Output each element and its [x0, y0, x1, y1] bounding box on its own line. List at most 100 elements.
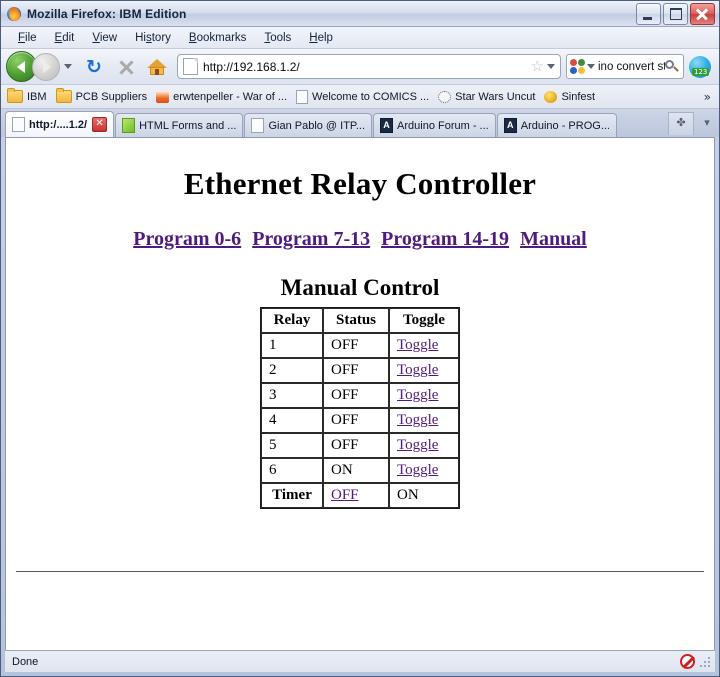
- status-bar-icons: [680, 654, 711, 669]
- relay-status: OFF: [323, 358, 389, 383]
- relay-number: 6: [261, 458, 323, 483]
- timer-toggle: ON: [389, 483, 459, 508]
- menu-bookmarks[interactable]: Bookmarks: [180, 30, 256, 46]
- tab-list-chevron-down-icon[interactable]: ▾: [695, 113, 719, 135]
- star-icon[interactable]: ☆: [531, 59, 544, 74]
- close-icon[interactable]: ✕: [92, 117, 108, 132]
- link-program-7-13[interactable]: Program 7-13: [252, 228, 370, 250]
- page-icon: [296, 89, 309, 104]
- tab-arduino-forum[interactable]: A Arduino Forum - ...: [373, 113, 496, 137]
- toggle-link[interactable]: Toggle: [397, 462, 438, 478]
- bookmark-star-wars-uncut[interactable]: Star Wars Uncut: [438, 90, 535, 103]
- navigation-toolbar: ↻ http://192.168.1.2/ ☆ ino convert st 1…: [1, 49, 719, 85]
- page-icon: [183, 58, 198, 75]
- skype-icon[interactable]: 123: [689, 55, 711, 78]
- table-row: 5 OFF Toggle: [261, 433, 459, 458]
- menu-help[interactable]: Help: [300, 30, 342, 46]
- column-header-toggle: Toggle: [389, 308, 459, 333]
- table-row: 6 ON Toggle: [261, 458, 459, 483]
- relay-number: 4: [261, 408, 323, 433]
- menu-edit[interactable]: Edit: [46, 30, 84, 46]
- site-icon: [544, 90, 558, 103]
- arduino-icon: A: [380, 118, 394, 133]
- folder-icon: [55, 88, 72, 103]
- resize-grip-icon[interactable]: [699, 655, 711, 668]
- bookmark-label: erwtenpeller - War of ...: [173, 90, 288, 103]
- arduino-icon: A: [503, 118, 517, 133]
- site-icon: [438, 90, 452, 103]
- link-program-14-19[interactable]: Program 14-19: [381, 228, 509, 250]
- url-bar[interactable]: http://192.168.1.2/ ☆: [177, 54, 561, 79]
- table-row: 2 OFF Toggle: [261, 358, 459, 383]
- table-header-row: Relay Status Toggle: [261, 308, 459, 333]
- toggle-link[interactable]: Toggle: [397, 437, 438, 453]
- timer-status-link[interactable]: OFF: [331, 487, 359, 503]
- menu-history[interactable]: History: [126, 30, 180, 46]
- status-text: Done: [12, 655, 39, 668]
- menu-tools[interactable]: Tools: [255, 30, 300, 46]
- new-tab-button[interactable]: ✤: [668, 112, 694, 135]
- stop-icon[interactable]: [117, 58, 135, 76]
- maximize-button[interactable]: [663, 3, 688, 25]
- tab-relay-controller[interactable]: http:/....1.2/ ✕: [5, 111, 115, 137]
- bookmark-pcb-suppliers[interactable]: PCB Suppliers: [55, 88, 147, 103]
- bookmark-ibm[interactable]: IBM: [7, 88, 47, 103]
- toggle-link[interactable]: Toggle: [397, 387, 438, 403]
- home-icon[interactable]: [147, 58, 167, 76]
- bookmark-comics[interactable]: Welcome to COMICS ...: [296, 89, 430, 104]
- noscript-blocked-icon[interactable]: [680, 654, 695, 669]
- relay-number: 3: [261, 383, 323, 408]
- search-input[interactable]: ino convert st: [598, 61, 665, 73]
- title-bar: Mozilla Firefox: IBM Edition: [1, 1, 719, 27]
- relay-table: Relay Status Toggle 1 OFF Toggle 2 OFF T…: [260, 307, 460, 509]
- chevron-down-icon[interactable]: [64, 64, 72, 69]
- bookmark-sinfest[interactable]: Sinfest: [544, 90, 595, 103]
- relay-status: OFF: [323, 333, 389, 358]
- folder-icon: [7, 88, 23, 103]
- browser-window: Mozilla Firefox: IBM Edition File Edit V…: [0, 0, 720, 677]
- column-header-status: Status: [323, 308, 389, 333]
- toggle-link[interactable]: Toggle: [397, 362, 438, 378]
- window-controls: [636, 3, 715, 25]
- tab-arduino-prog[interactable]: A Arduino - PROG...: [496, 113, 617, 137]
- tab-html-forms[interactable]: HTML Forms and ...: [115, 113, 244, 137]
- tab-label: Arduino - PROG...: [520, 119, 610, 132]
- toggle-link[interactable]: Toggle: [397, 337, 438, 353]
- relay-number: 5: [261, 433, 323, 458]
- search-bar[interactable]: ino convert st: [566, 54, 684, 79]
- bookmarks-overflow-icon[interactable]: »: [704, 90, 711, 104]
- toggle-link[interactable]: Toggle: [397, 412, 438, 428]
- tab-label: http:/....1.2/: [29, 118, 88, 131]
- search-engine-chevron-down-icon[interactable]: [587, 64, 595, 69]
- content-viewport: Ethernet Relay Controller Program 0-6 Pr…: [5, 137, 715, 650]
- tab-bar-controls: ✤ ▾: [667, 107, 719, 137]
- url-dropdown-chevron-down-icon[interactable]: [547, 64, 555, 69]
- bookmarks-toolbar: IBM PCB Suppliers erwtenpeller - War of …: [1, 85, 719, 109]
- tab-label: Gian Pablo @ ITP...: [268, 119, 366, 132]
- close-button[interactable]: [690, 3, 715, 25]
- google-icon[interactable]: [570, 59, 585, 74]
- relay-toggle-cell: Toggle: [389, 383, 459, 408]
- tab-gian-pablo-itp[interactable]: Gian Pablo @ ITP...: [244, 113, 373, 137]
- relay-status: OFF: [323, 408, 389, 433]
- magnifier-icon[interactable]: [665, 59, 679, 74]
- link-program-0-6[interactable]: Program 0-6: [133, 228, 241, 250]
- relay-number: 1: [261, 333, 323, 358]
- relay-number: 2: [261, 358, 323, 383]
- link-manual[interactable]: Manual: [520, 228, 587, 250]
- minimize-button[interactable]: [636, 3, 661, 25]
- page-icon: [251, 118, 265, 133]
- bookmark-label: Welcome to COMICS ...: [312, 90, 430, 103]
- horizontal-rule: [16, 571, 704, 572]
- forward-button[interactable]: [32, 52, 60, 81]
- menu-file[interactable]: File: [9, 30, 46, 46]
- reload-icon[interactable]: ↻: [85, 57, 103, 76]
- page-title: Ethernet Relay Controller: [183, 166, 537, 201]
- menu-view[interactable]: View: [83, 30, 126, 46]
- bookmark-erwtenpeller[interactable]: erwtenpeller - War of ...: [156, 90, 288, 103]
- url-input[interactable]: http://192.168.1.2/: [203, 60, 531, 74]
- web-page: Ethernet Relay Controller Program 0-6 Pr…: [6, 166, 714, 650]
- menu-bar: File Edit View History Bookmarks Tools H…: [1, 27, 719, 49]
- relay-status: OFF: [323, 383, 389, 408]
- bookmark-label: IBM: [27, 90, 47, 103]
